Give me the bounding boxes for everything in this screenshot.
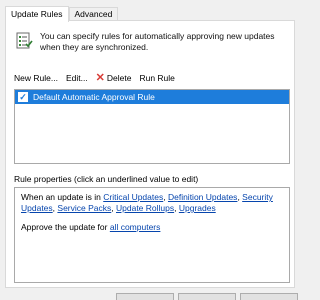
rule-properties-box: When an update is in Critical Updates, D…	[14, 187, 290, 283]
tab-strip: Update Rules Advanced	[5, 5, 119, 22]
computers-link[interactable]: all computers	[110, 222, 161, 232]
tab-update-rules[interactable]: Update Rules	[5, 6, 69, 22]
approve-prefix: Approve the update for	[21, 222, 110, 232]
delete-button[interactable]: ✕ Delete	[95, 72, 132, 84]
classification-link-upgrades[interactable]: Upgrades	[179, 203, 216, 213]
info-description: You can specify rules for automatically …	[40, 31, 275, 52]
ok-button[interactable]	[116, 293, 174, 300]
rule-enabled-checkbox[interactable]: ✓	[18, 92, 28, 102]
classification-link-rollups[interactable]: Update Rollups	[116, 203, 174, 213]
cancel-button[interactable]	[178, 293, 236, 300]
dialog-buttons	[0, 293, 300, 300]
approve-line: Approve the update for all computers	[21, 222, 283, 233]
classification-link-service-packs[interactable]: Service Packs	[57, 203, 111, 213]
update-rules-panel: You can specify rules for automatically …	[5, 20, 295, 288]
classification-prefix: When an update is in	[21, 192, 104, 202]
run-rule-button[interactable]: Run Rule	[139, 73, 174, 83]
rules-document-icon	[14, 31, 34, 51]
tab-advanced[interactable]: Advanced	[68, 7, 119, 21]
rule-row-default[interactable]: ✓ Default Automatic Approval Rule	[15, 90, 289, 104]
classification-line: When an update is in Critical Updates, D…	[21, 192, 273, 213]
delete-x-icon: ✕	[95, 72, 105, 84]
apply-button[interactable]	[240, 293, 298, 300]
delete-label: Delete	[106, 73, 132, 83]
rule-label: Default Automatic Approval Rule	[33, 92, 155, 102]
rules-toolbar: New Rule... Edit... ✕ Delete Run Rule	[14, 72, 183, 84]
rule-properties-label: Rule properties (click an underlined val…	[14, 174, 199, 184]
new-rule-button[interactable]: New Rule...	[14, 73, 58, 83]
classification-link-definition[interactable]: Definition Updates	[168, 192, 237, 202]
rules-list[interactable]: ✓ Default Automatic Approval Rule	[14, 89, 290, 164]
classification-link-critical[interactable]: Critical Updates	[103, 192, 163, 202]
edit-button[interactable]: Edit...	[66, 73, 88, 83]
